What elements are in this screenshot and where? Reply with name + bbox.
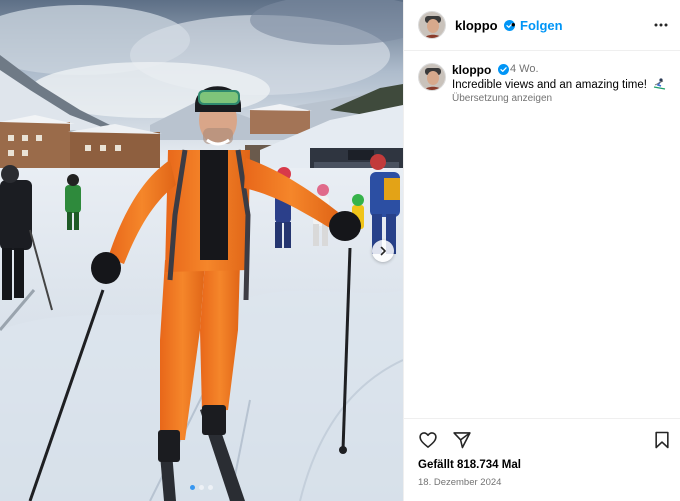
skier-emoji-icon [654,78,666,90]
carousel-dot [190,485,195,490]
avatar[interactable] [418,11,446,39]
see-translation-link[interactable]: Übersetzung anzeigen [452,93,552,104]
post-header: kloppo • Folgen [404,0,680,51]
profile-picture [419,12,445,38]
caption-username: kloppo [452,63,492,77]
caption-text-body: Incredible views and an amazing time! [452,79,647,91]
caption-text: Incredible views and an amazing time! [452,78,666,91]
username: kloppo [455,18,498,33]
like-count[interactable]: Gefällt 818.734 Mal [418,459,521,471]
avatar[interactable] [418,63,446,91]
post-date: 18. Dezember 2024 [418,477,502,488]
bookmark-icon[interactable] [652,430,672,450]
carousel-dot [208,485,213,490]
paper-plane-icon[interactable] [452,430,472,450]
heart-icon[interactable] [418,430,438,450]
verified-badge-icon [497,64,509,75]
chevron-right-icon [380,246,386,256]
profile-picture [419,64,445,90]
more-options-icon[interactable] [653,17,669,33]
instagram-post: kloppo • Folgen kloppo 4 Wo. Incredible … [0,0,680,501]
post-photo [0,0,403,501]
username-link[interactable]: kloppo [455,18,516,33]
post-media[interactable] [0,0,403,501]
carousel-indicator [0,485,403,490]
divider [404,418,680,419]
carousel-dot [199,485,204,490]
caption-username-link[interactable]: kloppo [452,63,509,77]
caption-timestamp[interactable]: 4 Wo. [510,63,539,75]
post-side-panel: kloppo • Folgen kloppo 4 Wo. Incredible … [403,0,680,501]
follow-button[interactable]: Folgen [520,18,563,33]
separator-dot: • [511,17,516,32]
carousel-next-button[interactable] [372,240,394,262]
